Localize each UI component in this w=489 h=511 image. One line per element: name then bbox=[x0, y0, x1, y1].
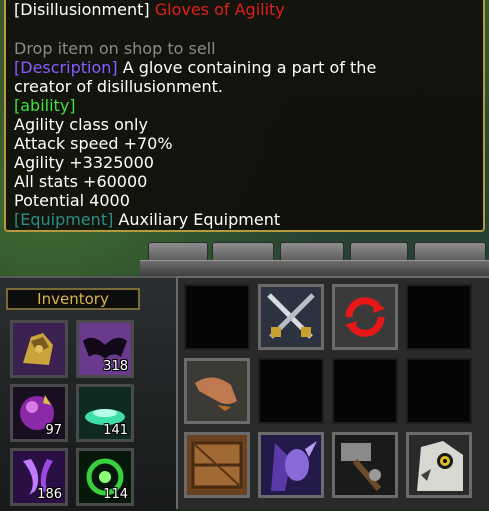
inventory-slot-5[interactable]: 186 bbox=[10, 448, 68, 506]
tooltip-title-prefix: [Disillusionment] bbox=[14, 0, 150, 19]
inventory-slot-6[interactable]: 114 bbox=[76, 448, 134, 506]
red-cycle-icon bbox=[335, 287, 395, 347]
tooltip-item-name: Gloves of Agility bbox=[154, 0, 285, 19]
grab-hand-icon bbox=[187, 361, 247, 421]
command-attack[interactable] bbox=[258, 284, 324, 350]
description-text-2: creator of disillusionment. bbox=[14, 77, 223, 96]
ability-tag: [ability] bbox=[14, 96, 76, 115]
gauntlet-icon bbox=[13, 323, 65, 375]
command-owl[interactable] bbox=[406, 432, 472, 498]
description-tag: [Description] bbox=[14, 58, 118, 77]
slot-count: 141 bbox=[103, 423, 128, 438]
inventory-slot-3[interactable]: 97 bbox=[10, 384, 68, 442]
inventory-panel: Inventory 318 97 141 186 114 bbox=[0, 276, 176, 511]
equipment-tag: [Equipment] bbox=[14, 210, 114, 229]
command-slot-empty[interactable] bbox=[332, 358, 398, 424]
crossed-swords-icon bbox=[261, 287, 321, 347]
night-elf-icon bbox=[261, 435, 321, 495]
tooltip-title: [Disillusionment] Gloves of Agility bbox=[14, 1, 285, 19]
command-hammer[interactable] bbox=[332, 432, 398, 498]
command-slot-empty[interactable] bbox=[406, 284, 472, 350]
slot-count: 186 bbox=[37, 487, 62, 502]
tooltip-sell-hint: Drop item on shop to sell bbox=[14, 39, 216, 58]
stone-wall-border bbox=[140, 242, 489, 277]
stat-line: All stats +60000 bbox=[14, 172, 148, 191]
command-card bbox=[176, 276, 489, 509]
command-slot-empty[interactable] bbox=[184, 284, 250, 350]
description-text-1: A glove containing a part of the bbox=[117, 58, 377, 77]
command-slot-empty[interactable] bbox=[258, 358, 324, 424]
inventory-slot-4[interactable]: 141 bbox=[76, 384, 134, 442]
slot-count: 114 bbox=[103, 487, 128, 502]
inventory-slot-1[interactable] bbox=[10, 320, 68, 378]
inventory-title: Inventory bbox=[6, 288, 140, 310]
tooltip-equipment-line: [Equipment] Auxiliary Equipment bbox=[14, 211, 280, 229]
hammer-icon bbox=[335, 435, 395, 495]
slot-count: 97 bbox=[45, 423, 62, 438]
stat-line: Agility +3325000 bbox=[14, 153, 154, 172]
owl-icon bbox=[409, 435, 469, 495]
item-tooltip: [Disillusionment] Gloves of Agility Drop… bbox=[4, 0, 485, 232]
stat-line: Attack speed +70% bbox=[14, 134, 173, 153]
command-slot-empty[interactable] bbox=[406, 358, 472, 424]
command-pickup[interactable] bbox=[184, 358, 250, 424]
stat-line: Agility class only bbox=[14, 115, 148, 134]
stat-line: Potential 4000 bbox=[14, 191, 130, 210]
wooden-crate-icon bbox=[187, 435, 247, 495]
command-cycle[interactable] bbox=[332, 284, 398, 350]
equipment-type: Auxiliary Equipment bbox=[113, 210, 281, 229]
inventory-slot-2[interactable]: 318 bbox=[76, 320, 134, 378]
slot-count: 318 bbox=[103, 359, 128, 374]
tooltip-description-line1: [Description] A glove containing a part … bbox=[14, 59, 376, 77]
command-hero[interactable] bbox=[258, 432, 324, 498]
command-crate[interactable] bbox=[184, 432, 250, 498]
